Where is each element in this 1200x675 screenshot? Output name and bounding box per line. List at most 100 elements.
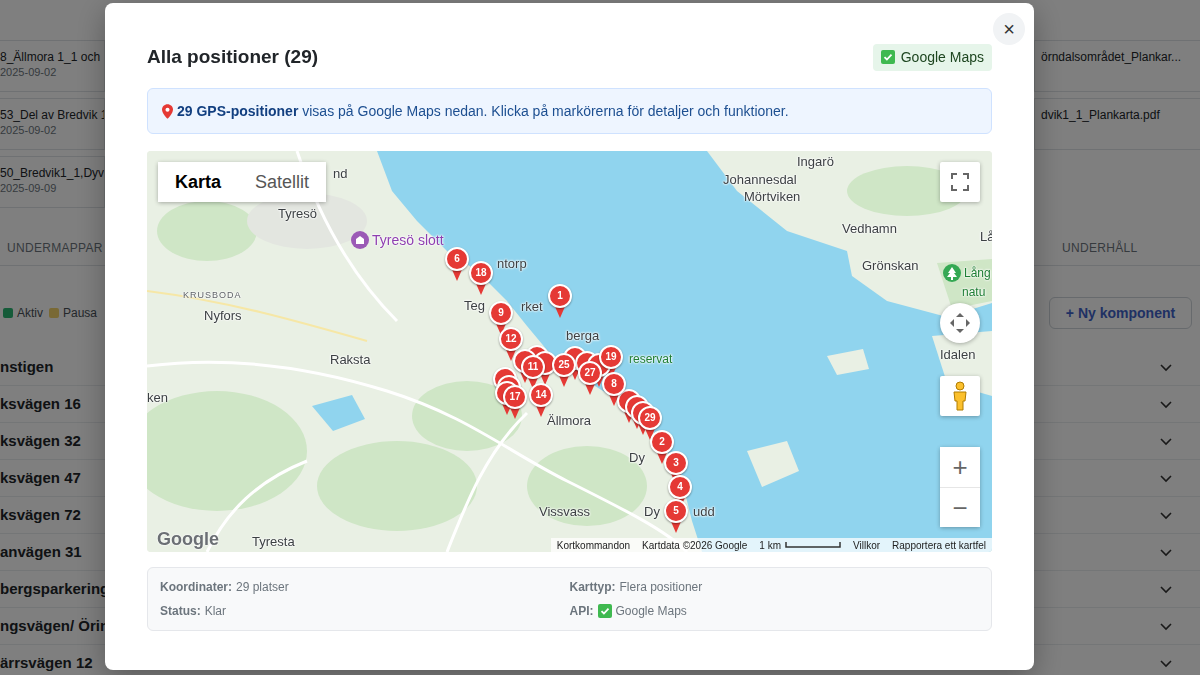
map-details: Koordinater:29 platserKarttyp:Flera posi… bbox=[147, 567, 992, 631]
map-label-text: Mörtviken bbox=[744, 189, 800, 204]
map-label: Teg bbox=[464, 299, 485, 313]
map-pin-number: 2 bbox=[650, 430, 674, 454]
map-label-text: Vissvass bbox=[539, 504, 590, 519]
map-pin-number: 8 bbox=[602, 372, 626, 396]
attribution-link[interactable]: Rapportera ett kartfel bbox=[892, 538, 986, 553]
fullscreen-button[interactable] bbox=[940, 162, 980, 202]
map-label-text: Tyresö slott bbox=[372, 233, 444, 247]
map-label-text: Lång bbox=[964, 266, 991, 280]
map-type-button[interactable]: Satellit bbox=[238, 162, 326, 202]
map-label-text: Idalen bbox=[940, 347, 975, 362]
camera-control[interactable] bbox=[940, 303, 980, 343]
map-label: Tyresta bbox=[252, 535, 295, 549]
zoom-in-button[interactable]: + bbox=[940, 447, 980, 487]
map-label-text: Nyfors bbox=[204, 308, 242, 323]
map-pin-number: 1 bbox=[548, 284, 572, 308]
attribution-link[interactable]: Kortkommandon bbox=[557, 538, 630, 553]
map-pin-number: 25 bbox=[552, 353, 576, 377]
api-badge: Google Maps bbox=[873, 44, 992, 71]
map-label-text: Tyresö bbox=[278, 206, 317, 221]
detail-label: Koordinater: bbox=[160, 579, 232, 595]
map-label: Grönskan bbox=[862, 259, 918, 273]
map-label: berga bbox=[566, 329, 599, 343]
castle-icon bbox=[351, 231, 369, 249]
map-pin[interactable]: 27 bbox=[578, 361, 602, 397]
map-pin-number: 14 bbox=[529, 383, 553, 407]
map-pin[interactable]: 6 bbox=[445, 247, 469, 283]
map-label: udd bbox=[693, 505, 715, 519]
map-label-text: Raksta bbox=[330, 352, 370, 367]
scale-bar: 1 km bbox=[759, 538, 841, 553]
fullscreen-icon bbox=[951, 173, 969, 191]
map-label: natu bbox=[962, 285, 985, 299]
close-button[interactable]: × bbox=[993, 13, 1025, 45]
detail-item: Koordinater:29 platser bbox=[160, 579, 570, 595]
map-label-text: Dy bbox=[629, 450, 645, 465]
detail-value: 29 platser bbox=[236, 579, 289, 595]
map-label-text: Tyresta bbox=[252, 534, 295, 549]
map-label: Tyresö slott bbox=[351, 231, 444, 249]
map-label: Tyresö bbox=[278, 207, 317, 221]
map-label: rket bbox=[521, 300, 543, 314]
map-label-text: Ällmora bbox=[547, 413, 591, 428]
map-pin[interactable]: 18 bbox=[469, 261, 493, 297]
map-pin[interactable]: 5 bbox=[664, 499, 688, 535]
scale-label: 1 km bbox=[759, 538, 781, 553]
map-pin-number: 19 bbox=[599, 345, 623, 369]
map-label-text: rket bbox=[521, 299, 543, 314]
map[interactable]: nd Tyresö Tyresö slott KRUSBODA Nyfors Raksta… bbox=[147, 151, 992, 552]
map-label: Ingarö bbox=[797, 155, 834, 169]
map-label-text: reservat bbox=[629, 352, 672, 366]
map-pin-number: 9 bbox=[489, 301, 513, 325]
map-label: Nyfors bbox=[204, 309, 242, 323]
detail-value: Flera positioner bbox=[620, 579, 703, 595]
map-label: Idalen bbox=[940, 348, 975, 362]
scale-bar-icon bbox=[785, 541, 841, 549]
map-label-text: Lå bbox=[980, 229, 992, 244]
map-type-toggle: KartaSatellit bbox=[158, 162, 326, 202]
map-pin-number: 29 bbox=[638, 406, 662, 430]
map-pin[interactable]: 1 bbox=[548, 284, 572, 320]
map-label: nd bbox=[333, 167, 347, 181]
map-pin-number: 6 bbox=[445, 247, 469, 271]
map-type-button[interactable]: Karta bbox=[158, 162, 238, 202]
map-label: Lång bbox=[943, 264, 991, 282]
positions-modal: Alla positioner (29)Google Maps×29 GPS-p… bbox=[105, 3, 1034, 670]
map-pin-number: 17 bbox=[503, 385, 527, 409]
check-icon bbox=[881, 50, 895, 64]
map-label-text: Teg bbox=[464, 298, 485, 313]
map-label: KRUSBODA bbox=[183, 288, 242, 302]
detail-item: Status:Klar bbox=[160, 603, 570, 619]
map-label-text: udd bbox=[693, 504, 715, 519]
detail-item: API:Google Maps bbox=[570, 603, 980, 619]
map-pin-number: 11 bbox=[521, 355, 545, 379]
detail-label: Karttyp: bbox=[570, 579, 616, 595]
map-pin[interactable]: 17 bbox=[503, 385, 527, 421]
map-pin-number: 18 bbox=[469, 261, 493, 285]
attribution-link[interactable]: Kartdata ©2026 Google bbox=[642, 538, 747, 553]
map-label-text: Grönskan bbox=[862, 258, 918, 273]
map-label: Vissvass bbox=[539, 505, 590, 519]
map-attribution: Kortkommandon Kartdata ©2026 Google 1 km Vi… bbox=[551, 538, 992, 552]
zoom-out-button[interactable]: − bbox=[940, 487, 980, 527]
attribution-link[interactable]: Villkor bbox=[853, 538, 880, 553]
map-label-text: berga bbox=[566, 328, 599, 343]
map-label-text: Dy bbox=[644, 504, 660, 519]
map-label: Ällmora bbox=[547, 414, 591, 428]
pegman-icon bbox=[949, 381, 971, 411]
location-pin-icon bbox=[162, 104, 173, 119]
map-label: reservat bbox=[629, 352, 672, 366]
map-label-text: Johannesdal bbox=[723, 172, 797, 187]
map-label: Raksta bbox=[330, 353, 370, 367]
map-pin-number: 5 bbox=[664, 499, 688, 523]
google-logo: Google bbox=[157, 529, 219, 549]
map-pin[interactable]: 25 bbox=[552, 353, 576, 389]
zoom-control: +− bbox=[940, 447, 980, 527]
map-label: Dy bbox=[629, 451, 645, 465]
modal-title: Alla positioner (29) bbox=[147, 43, 318, 71]
api-badge-label: Google Maps bbox=[901, 47, 984, 68]
map-label-text: nd bbox=[333, 166, 347, 181]
detail-value: Klar bbox=[205, 603, 226, 619]
map-pin[interactable]: 14 bbox=[529, 383, 553, 419]
street-view-button[interactable] bbox=[940, 376, 980, 416]
